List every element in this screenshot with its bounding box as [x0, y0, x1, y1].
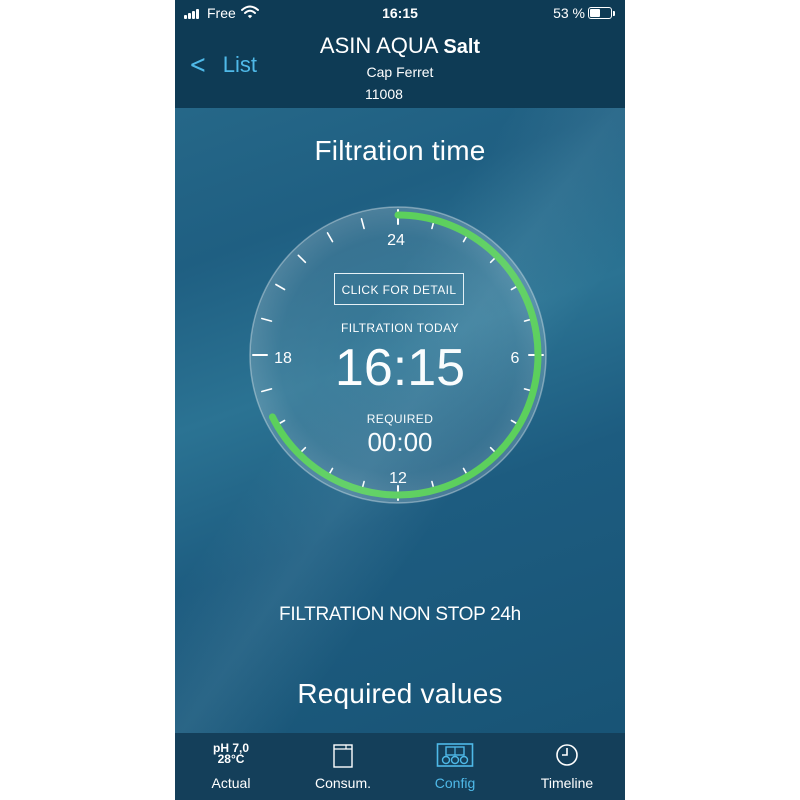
filtration-title: Filtration time	[314, 135, 486, 166]
status-bar: Free 16:15 53 %	[175, 0, 625, 26]
required-label: REQUIRED	[366, 412, 434, 426]
battery-icon	[588, 7, 615, 19]
container-icon	[333, 744, 353, 768]
hour-label-24: 24	[387, 232, 405, 249]
filtration-today-label: FILTRATION TODAY	[341, 321, 459, 335]
filtration-today-value: 16:15	[334, 339, 466, 397]
phone-screen: Free 16:15 53 % < List ASIN AQUA Salt Ca…	[175, 0, 625, 800]
pool-location: Cap Ferret	[366, 64, 434, 80]
pool-name: ASIN AQUA	[319, 33, 438, 58]
tab-label: Config	[434, 775, 476, 791]
top-bar: Free 16:15 53 % < List ASIN AQUA Salt Ca…	[175, 0, 625, 108]
required-values-title: Required values	[297, 678, 503, 709]
tab-consum[interactable]: Consum.	[287, 733, 399, 800]
tab-bar: pH 7,0 28°C Actual Consum. Config Timeli…	[175, 733, 625, 800]
ph-temp-icon: pH 7,0 28°C	[175, 742, 287, 766]
tab-label: Timeline	[540, 775, 594, 791]
tab-label: Consum.	[314, 775, 372, 791]
hour-label-6: 6	[510, 350, 520, 367]
click-for-detail-button[interactable]: CLICK FOR DETAIL	[334, 273, 464, 305]
tab-label: Actual	[211, 775, 251, 791]
tab-actual[interactable]: pH 7,0 28°C Actual	[175, 733, 287, 800]
hour-label-18: 18	[274, 350, 292, 367]
tab-timeline[interactable]: Timeline	[511, 733, 623, 800]
clock-icon	[556, 744, 578, 766]
pool-type: Salt	[443, 36, 481, 58]
required-value: 00:00	[367, 427, 433, 457]
pool-code: 11008	[365, 86, 403, 102]
temperature-value: 28°C	[217, 752, 245, 766]
tab-config[interactable]: Config	[399, 733, 511, 800]
battery-percent: 53 %	[553, 5, 585, 21]
pool-title: ASIN AQUA Salt	[175, 33, 625, 59]
hour-label-12: 12	[389, 470, 407, 487]
device-config-icon	[436, 743, 474, 767]
filtration-mode-text: FILTRATION NON STOP 24h	[279, 604, 521, 625]
